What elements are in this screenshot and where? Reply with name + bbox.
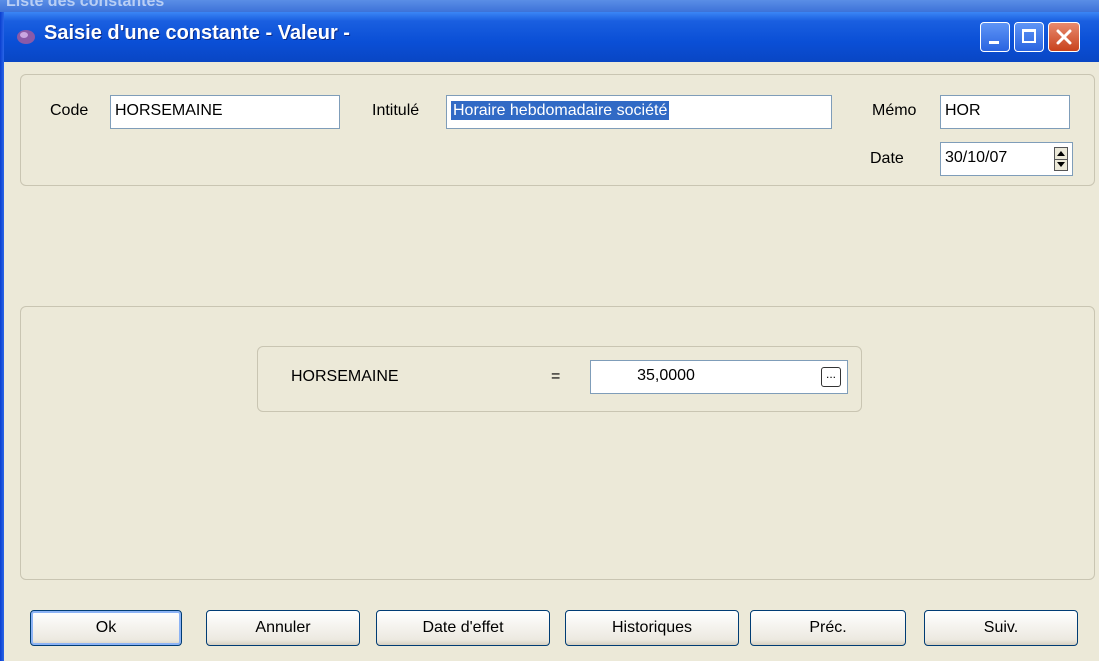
window-title: Saisie d'une constante - Valeur - bbox=[44, 22, 350, 44]
annuler-button[interactable]: Annuler bbox=[206, 610, 360, 646]
constant-name-label: HORSEMAINE bbox=[291, 368, 399, 385]
code-input[interactable]: HORSEMAINE bbox=[110, 95, 340, 129]
code-label: Code bbox=[50, 102, 89, 119]
constant-value-input[interactable]: 35,0000 ... bbox=[590, 360, 848, 394]
suiv-button[interactable]: Suiv. bbox=[924, 610, 1078, 646]
title-bar[interactable]: Saisie d'une constante - Valeur - bbox=[0, 12, 1099, 62]
app-icon bbox=[17, 30, 35, 44]
minimize-icon[interactable] bbox=[980, 22, 1010, 52]
memo-label: Mémo bbox=[872, 102, 917, 119]
header-group bbox=[20, 74, 1095, 186]
dialog-window: Saisie d'une constante - Valeur - Code H… bbox=[0, 12, 1099, 661]
date-picker[interactable]: 30/10/07 bbox=[940, 142, 1073, 176]
date-label: Date bbox=[870, 150, 904, 167]
intitule-input[interactable]: Horaire hebdomadaire société bbox=[446, 95, 832, 129]
ok-button[interactable]: Ok bbox=[30, 610, 182, 646]
intitule-selected-text: Horaire hebdomadaire société bbox=[451, 101, 670, 120]
date-effet-button[interactable]: Date d'effet bbox=[376, 610, 550, 646]
window-left-border bbox=[0, 12, 4, 661]
maximize-icon[interactable] bbox=[1014, 22, 1044, 52]
close-icon[interactable] bbox=[1048, 22, 1080, 52]
date-value: 30/10/07 bbox=[945, 149, 1008, 166]
date-spinner-icon[interactable] bbox=[1054, 147, 1068, 171]
background-window-titlebar: Liste des constantes bbox=[0, 0, 1099, 12]
prec-button[interactable]: Préc. bbox=[750, 610, 906, 646]
background-window-title: Liste des constantes bbox=[6, 0, 165, 10]
historiques-button[interactable]: Historiques bbox=[565, 610, 739, 646]
intitule-label: Intitulé bbox=[372, 102, 420, 119]
memo-input[interactable]: HOR bbox=[940, 95, 1070, 129]
equals-sign: = bbox=[551, 368, 561, 385]
browse-button[interactable]: ... bbox=[821, 367, 841, 387]
constant-value: 35,0000 bbox=[637, 367, 695, 384]
